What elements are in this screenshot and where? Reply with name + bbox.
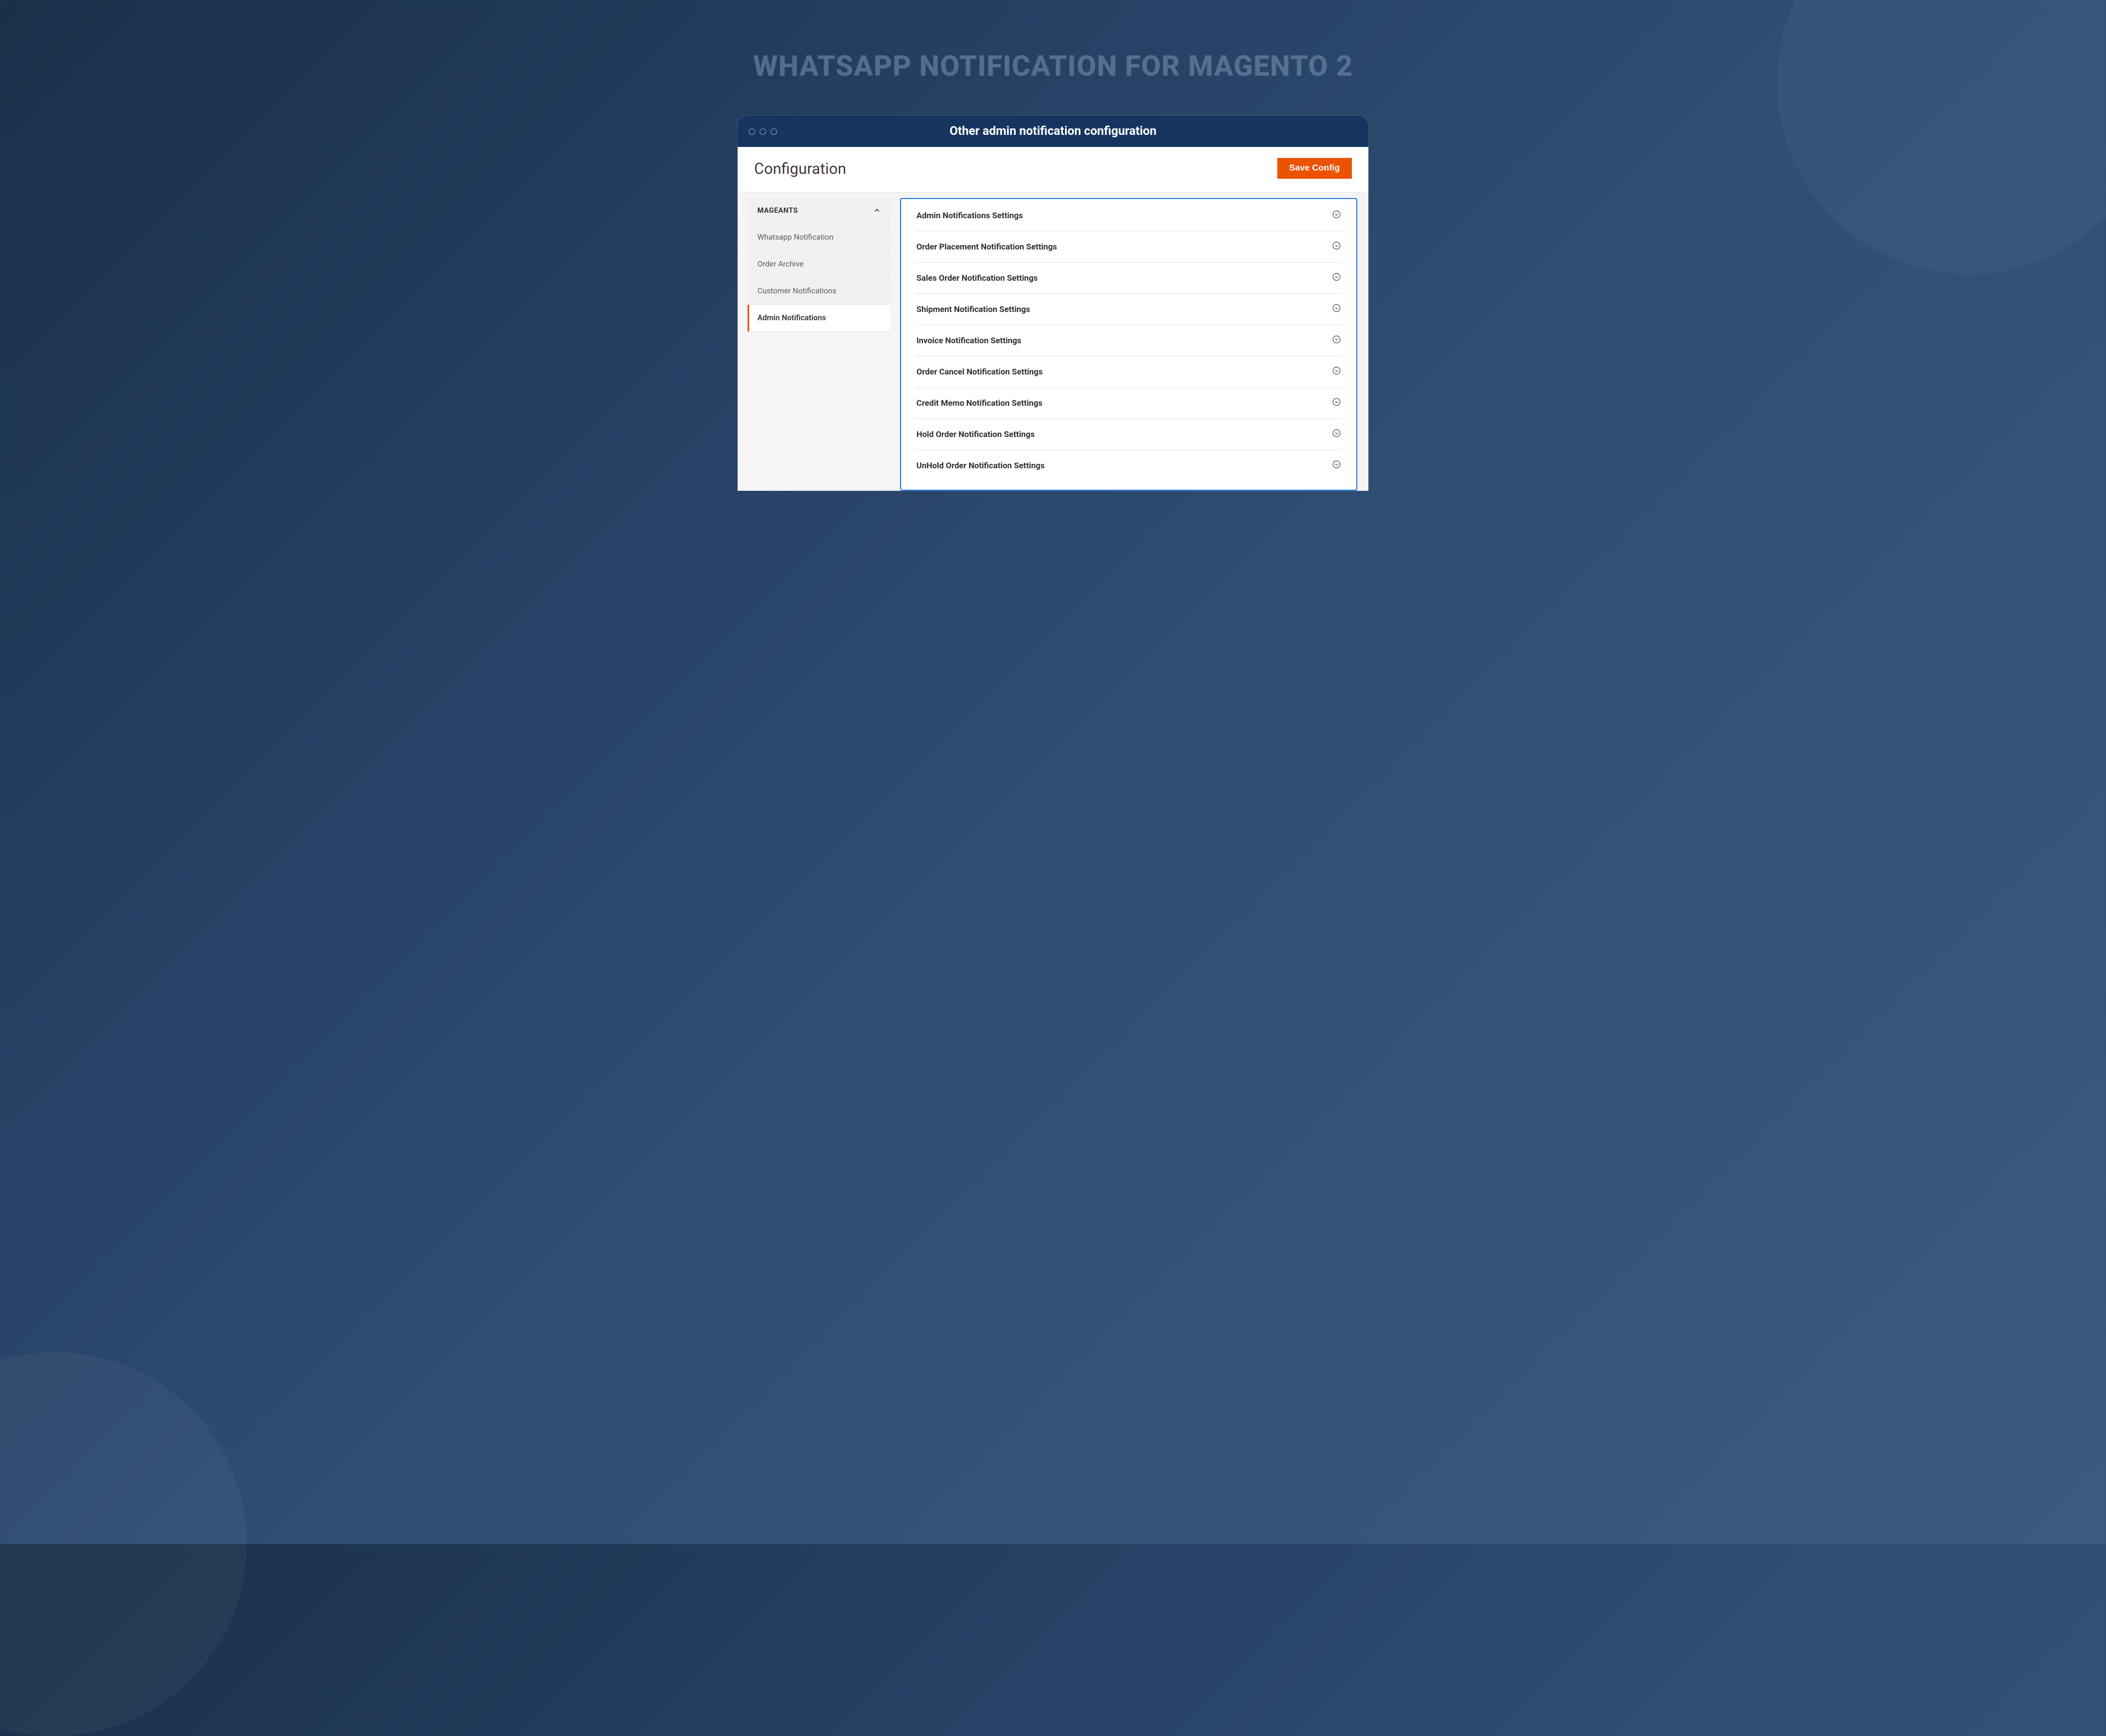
window-control-dot[interactable] — [771, 128, 777, 135]
expand-icon — [1332, 304, 1341, 315]
settings-row-label: Shipment Notification Settings — [916, 304, 1030, 314]
window-control-dot[interactable] — [749, 128, 755, 135]
settings-row-shipment[interactable]: Shipment Notification Settings — [915, 294, 1342, 325]
settings-row-admin-notifications[interactable]: Admin Notifications Settings — [915, 200, 1342, 231]
expand-icon — [1332, 241, 1341, 252]
sidebar-group-title: MAGEANTS — [757, 207, 798, 215]
page-title: Configuration — [754, 160, 846, 178]
save-config-button[interactable]: Save Config — [1277, 158, 1352, 179]
expand-icon — [1332, 460, 1341, 471]
settings-row-label: Admin Notifications Settings — [916, 211, 1023, 220]
hero-title: WHATSAPP NOTIFICATION FOR MAGENTO 2 — [0, 0, 2106, 116]
sidebar-group-header[interactable]: MAGEANTS — [748, 198, 890, 224]
chevron-up-icon — [874, 206, 880, 216]
expand-icon — [1332, 273, 1341, 283]
decorative-circle — [0, 1352, 247, 1736]
expand-icon — [1332, 429, 1341, 440]
settings-row-label: Order Placement Notification Settings — [916, 242, 1057, 252]
settings-row-label: Invoice Notification Settings — [916, 336, 1021, 345]
window-controls — [749, 128, 777, 135]
settings-row-order-cancel[interactable]: Order Cancel Notification Settings — [915, 356, 1342, 388]
expand-icon — [1332, 366, 1341, 377]
expand-icon — [1332, 210, 1341, 221]
sidebar-item-whatsapp-notification[interactable]: Whatsapp Notification — [748, 224, 890, 251]
sidebar-item-order-archive[interactable]: Order Archive — [748, 251, 890, 278]
sidebar-item-admin-notifications[interactable]: Admin Notifications — [748, 305, 890, 332]
page-header: Configuration Save Config — [738, 147, 1368, 192]
settings-row-label: Sales Order Notification Settings — [916, 273, 1038, 283]
settings-row-order-placement[interactable]: Order Placement Notification Settings — [915, 231, 1342, 263]
expand-icon — [1332, 398, 1341, 409]
settings-row-credit-memo[interactable]: Credit Memo Notification Settings — [915, 388, 1342, 419]
settings-row-label: Hold Order Notification Settings — [916, 429, 1035, 439]
window-control-dot[interactable] — [760, 128, 766, 135]
title-bar: Other admin notification configuration — [738, 116, 1368, 147]
settings-row-label: Order Cancel Notification Settings — [916, 367, 1043, 377]
settings-row-hold-order[interactable]: Hold Order Notification Settings — [915, 419, 1342, 450]
config-body: MAGEANTS Whatsapp Notification Order Arc… — [738, 192, 1368, 491]
app-content: Configuration Save Config MAGEANTS Whats… — [738, 147, 1368, 491]
settings-row-invoice[interactable]: Invoice Notification Settings — [915, 325, 1342, 356]
settings-row-unhold-order[interactable]: UnHold Order Notification Settings — [915, 450, 1342, 481]
browser-frame: Other admin notification configuration C… — [738, 116, 1368, 491]
sidebar: MAGEANTS Whatsapp Notification Order Arc… — [748, 198, 890, 332]
settings-row-label: Credit Memo Notification Settings — [916, 398, 1043, 408]
settings-panel: Admin Notifications Settings Order Place… — [900, 198, 1357, 491]
settings-row-sales-order[interactable]: Sales Order Notification Settings — [915, 263, 1342, 294]
sidebar-item-label: Admin Notifications — [757, 314, 826, 322]
sidebar-item-label: Whatsapp Notification — [757, 233, 834, 242]
expand-icon — [1332, 335, 1341, 346]
settings-row-label: UnHold Order Notification Settings — [916, 461, 1045, 470]
window-title: Other admin notification configuration — [751, 124, 1355, 138]
sidebar-item-label: Order Archive — [757, 260, 803, 269]
sidebar-item-label: Customer Notifications — [757, 287, 836, 296]
sidebar-item-customer-notifications[interactable]: Customer Notifications — [748, 278, 890, 305]
